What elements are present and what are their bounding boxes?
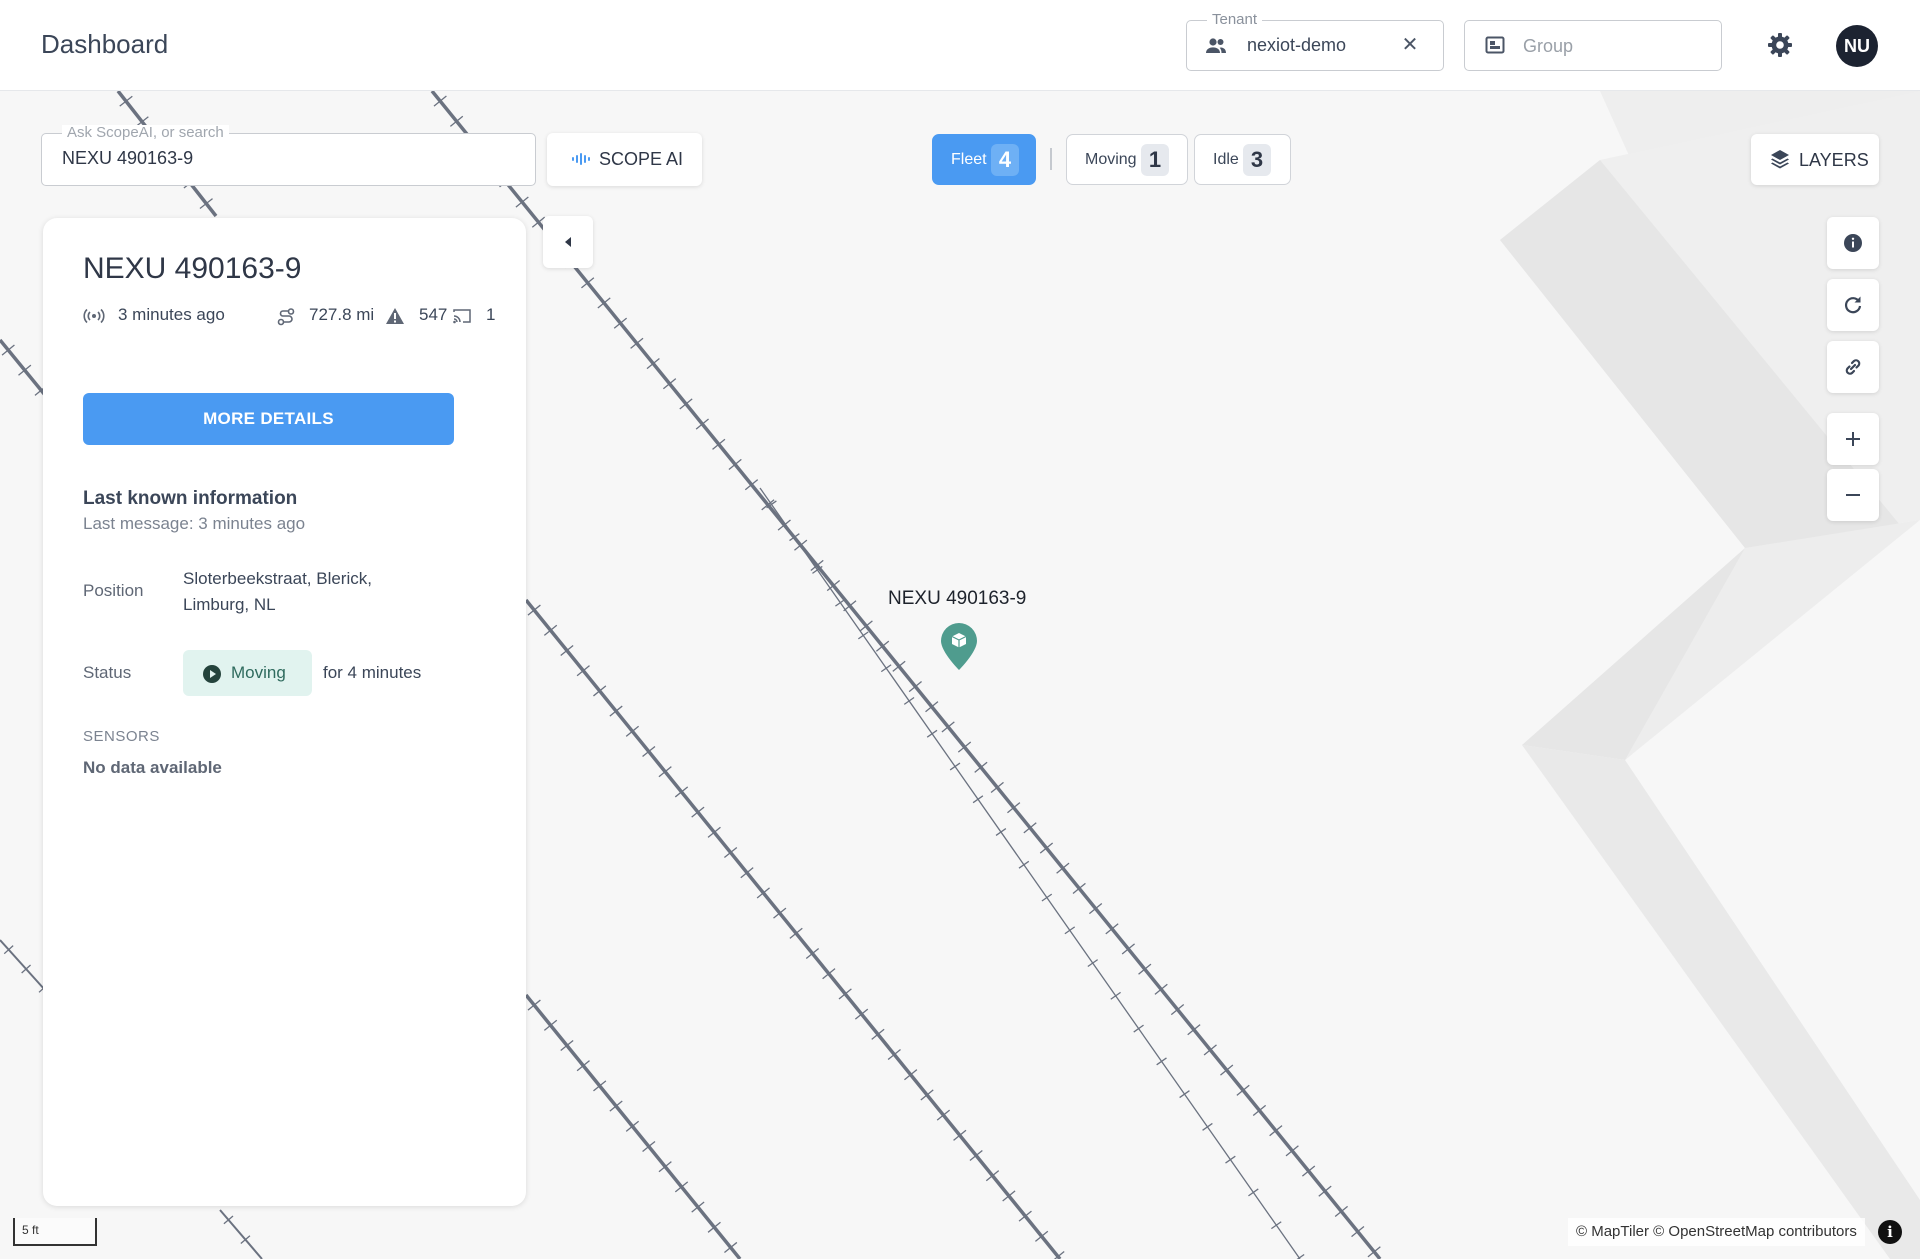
filter-divider xyxy=(1050,148,1052,170)
rail-tie xyxy=(995,828,1007,836)
rail-tie xyxy=(1271,1221,1282,1230)
last-seen-text: 3 minutes ago xyxy=(118,305,225,324)
info-button[interactable] xyxy=(1827,217,1879,269)
scope-ai-button[interactable]: SCOPE AI xyxy=(547,133,702,186)
zoom-in-icon xyxy=(1846,432,1860,446)
rail-tie xyxy=(949,762,961,771)
rail-tie xyxy=(880,664,892,673)
vehicle-title: NEXU 490163-9 xyxy=(83,252,302,285)
filter-chip-moving[interactable]: Moving 1 xyxy=(1066,134,1188,185)
rail-tie xyxy=(903,696,915,705)
attribution-info-icon[interactable]: i xyxy=(1878,1220,1902,1244)
tenant-value: nexiot-demo xyxy=(1247,35,1347,55)
position-line-1: Sloterbeekstraat, Blerick, xyxy=(183,569,372,588)
vehicle-marker-label: NEXU 490163-9 xyxy=(888,588,1027,609)
top-app-bar: Dashboard Tenant nexiot-demo ✕ Group NU xyxy=(0,0,1920,91)
rail-tie xyxy=(972,795,984,804)
rail-tie xyxy=(1041,893,1053,902)
map-scale: 5 ft xyxy=(13,1218,97,1246)
status-badge: Moving xyxy=(183,650,312,696)
filter-label-idle: Idle xyxy=(1213,151,1239,168)
vehicle-details-panel: NEXU 490163-9 3 minutes ago 727.8 mi 547 xyxy=(43,218,526,1206)
rail-tie xyxy=(835,598,846,607)
waveform-icon xyxy=(572,153,590,165)
position-line-2: Limburg, NL xyxy=(183,595,276,614)
chevron-left-icon xyxy=(565,237,571,247)
position-value: Sloterbeekstraat, Blerick, Limburg, NL xyxy=(183,566,423,618)
filter-chip-fleet[interactable]: Fleet 4 xyxy=(932,134,1036,185)
status-value: Moving xyxy=(231,663,286,682)
sensors-title: SENSORS xyxy=(83,728,160,745)
zoom-out-icon xyxy=(1846,494,1860,496)
search-field[interactable]: Ask ScopeAI, or search xyxy=(41,125,536,186)
refresh-icon xyxy=(1844,296,1862,314)
filter-count-fleet: 4 xyxy=(991,144,1019,176)
refresh-button[interactable] xyxy=(1827,279,1879,331)
rail-tie xyxy=(1018,860,1030,869)
route-icon xyxy=(277,308,295,326)
link-button[interactable] xyxy=(1827,341,1879,393)
map-pin-icon[interactable] xyxy=(939,622,979,672)
map-attribution[interactable]: © MapTiler © OpenStreetMap contributors xyxy=(1568,1218,1865,1246)
group-placeholder: Group xyxy=(1523,36,1574,56)
collapse-panel-button[interactable] xyxy=(543,216,593,268)
last-known-title: Last known information xyxy=(83,488,298,509)
group-icon xyxy=(1485,36,1505,54)
rail-tie xyxy=(1110,991,1121,1000)
status-duration: for 4 minutes xyxy=(323,663,422,682)
rail-tie xyxy=(1225,1155,1236,1164)
rail-tie xyxy=(1248,1188,1259,1197)
rail-tie xyxy=(1179,1090,1190,1099)
filter-count-idle: 3 xyxy=(1243,144,1271,176)
filter-label-moving: Moving xyxy=(1085,151,1137,168)
tenant-legend: Tenant xyxy=(1207,12,1263,28)
filter-chip-idle[interactable]: Idle 3 xyxy=(1194,134,1291,185)
filter-count-moving: 1 xyxy=(1141,144,1169,176)
user-avatar[interactable]: NU xyxy=(1836,25,1878,67)
zoom-out-button[interactable] xyxy=(1827,469,1879,521)
signal-icon xyxy=(83,308,105,324)
last-message-text: Last message: 3 minutes ago xyxy=(83,514,306,533)
gear-icon[interactable] xyxy=(1762,27,1798,63)
play-circle-icon xyxy=(203,665,221,683)
rail-tie xyxy=(1156,1057,1167,1066)
search-legend: Ask ScopeAI, or search xyxy=(62,125,229,141)
link-icon xyxy=(1845,359,1861,375)
distance-text: 727.8 mi xyxy=(309,305,375,324)
rail-tie xyxy=(1064,926,1076,935)
scope-ai-label: SCOPE AI xyxy=(599,149,684,169)
filter-label-fleet: Fleet xyxy=(951,151,987,168)
rail-tie xyxy=(1202,1122,1213,1131)
layers-icon xyxy=(1771,150,1789,169)
info-icon xyxy=(1844,234,1862,252)
sensors-value: No data available xyxy=(83,758,222,777)
group-select[interactable]: Group xyxy=(1464,20,1722,71)
layers-label: LAYERS xyxy=(1799,150,1869,170)
layers-button[interactable]: LAYERS xyxy=(1751,134,1879,185)
zoom-in-button[interactable] xyxy=(1827,413,1879,465)
more-details-button[interactable]: MORE DETAILS xyxy=(83,393,454,445)
rail-tie xyxy=(926,729,938,738)
rail-tie xyxy=(1133,1024,1144,1033)
cast-icon xyxy=(453,309,471,324)
tenant-select[interactable]: Tenant nexiot-demo ✕ xyxy=(1186,12,1444,71)
page-title: Dashboard xyxy=(41,29,169,59)
warning-icon xyxy=(386,308,404,324)
position-label: Position xyxy=(83,581,144,600)
devices-count: 1 xyxy=(486,305,496,324)
search-input[interactable] xyxy=(62,148,512,169)
rail-tie xyxy=(857,631,869,640)
status-label: Status xyxy=(83,663,132,682)
alerts-count: 547 xyxy=(419,305,448,324)
rail-tie xyxy=(1087,959,1099,968)
tenant-clear-button[interactable]: ✕ xyxy=(1397,32,1423,58)
people-icon xyxy=(1206,38,1226,53)
rail-tie xyxy=(1296,1253,1305,1259)
